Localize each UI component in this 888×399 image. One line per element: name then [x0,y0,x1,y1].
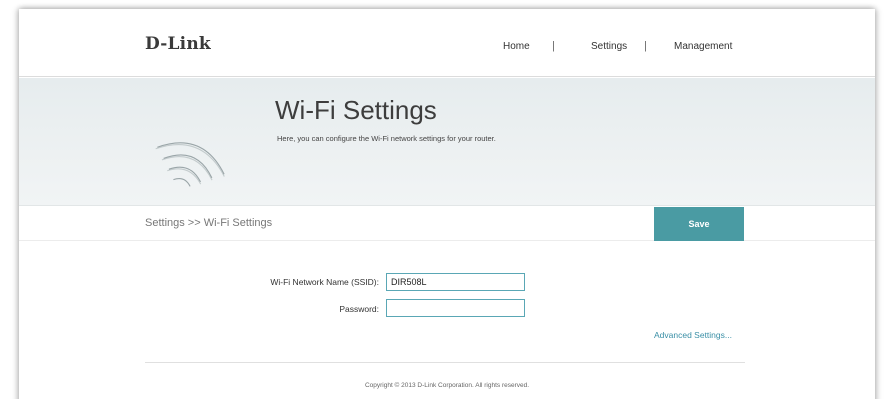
nav-management-link[interactable]: Management [674,41,732,52]
top-navigation-bar: D-Link Home | Settings | Management [19,9,875,77]
dlink-logo[interactable]: D-Link [145,34,211,54]
nav-separator: | [552,40,555,52]
copyright-text: Copyright © 2013 D-Link Corporation. All… [364,382,530,389]
password-input[interactable] [386,299,525,317]
breadcrumb-bar: Settings >> Wi-Fi Settings [19,207,875,241]
advanced-settings-link[interactable]: Advanced Settings... [654,330,732,340]
breadcrumb: Settings >> Wi-Fi Settings [145,217,273,229]
nav-separator: | [644,40,647,52]
page-title: Wi-Fi Settings [275,95,437,125]
password-label: Password: [339,304,379,314]
nav-home-link[interactable]: Home [503,41,530,52]
wifi-icon [155,142,225,187]
page-header: Wi-Fi Settings Here, you can configure t… [19,78,875,206]
app-window: D-Link Home | Settings | Management Wi-F… [19,9,875,399]
page-description: Here, you can configure the Wi-Fi networ… [277,134,496,143]
save-button[interactable]: Save [654,207,744,241]
nav-settings-link[interactable]: Settings [591,41,627,52]
ssid-input[interactable] [386,273,525,291]
ssid-label: Wi-Fi Network Name (SSID): [270,277,379,287]
footer-divider [145,362,745,363]
